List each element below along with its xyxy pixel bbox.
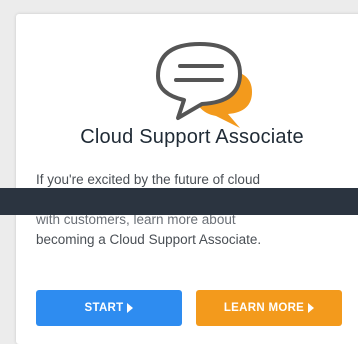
overlay-banner [0,188,358,215]
learn-more-button[interactable]: LEARN MORE [196,290,342,326]
chat-bubbles-icon [156,42,252,128]
start-button[interactable]: START [36,290,182,326]
card-description-line1: If you're excited by the future of cloud [36,172,260,187]
play-arrow-icon [308,303,315,313]
play-arrow-icon [127,303,134,313]
learn-more-button-label: LEARN MORE [223,302,305,314]
card-description-line3: becoming a Cloud Support Associate. [36,232,262,247]
card-title: Cloud Support Associate [80,126,304,148]
start-button-label: START [84,302,124,314]
